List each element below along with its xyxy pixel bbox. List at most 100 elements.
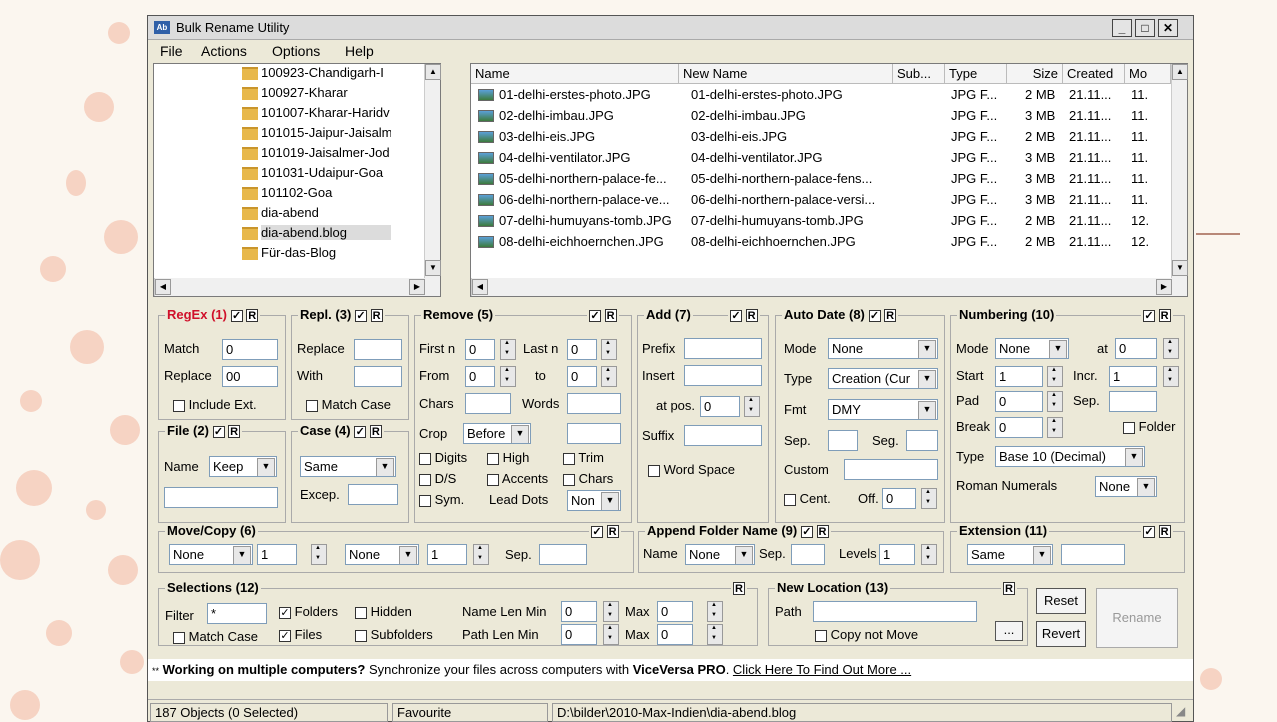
autodate-enable-checkbox[interactable]: ✓ [868, 309, 881, 322]
autodate-cent-row[interactable]: Cent. [784, 491, 831, 506]
table-row[interactable]: 02-delhi-imbau.JPG 02-delhi-imbau.JPG JPG … [471, 106, 1171, 127]
remove-to-input[interactable]: 0 [567, 366, 597, 387]
scroll-down-icon[interactable]: ▼ [425, 260, 441, 276]
tree-vertical-scrollbar[interactable]: ▲ ▼ [424, 64, 441, 278]
tree-item[interactable]: 101019-Jaisalmer-Jod [261, 145, 391, 160]
repl-replace-input[interactable] [354, 339, 402, 360]
menu-file[interactable]: File [160, 43, 183, 59]
regex-replace-input[interactable]: 00 [222, 366, 278, 387]
movecopy-mode-select[interactable]: None [169, 544, 253, 565]
autodate-custom-input[interactable] [844, 459, 938, 480]
numbering-incr-spinner[interactable] [1163, 366, 1179, 387]
files-row[interactable]: ✓ Files [279, 627, 322, 642]
autodate-type-select[interactable]: Creation (Cur [828, 368, 938, 389]
subfolders-checkbox[interactable] [355, 629, 367, 642]
movecopy-enable-checkbox[interactable]: ✓ [591, 525, 603, 538]
maximize-button[interactable]: □ [1135, 19, 1155, 37]
name-len-min-input[interactable]: 0 [561, 601, 597, 622]
append-name-select[interactable]: None [685, 544, 755, 565]
file-list[interactable]: Name New Name Sub... Type Size Created M… [470, 63, 1188, 297]
table-row[interactable]: 07-delhi-humuyans-tomb.JPG 07-delhi-humuy… [471, 211, 1171, 232]
folder-tree[interactable]: 100923-Chandigarh-I 100927-Kharar 101007… [153, 63, 441, 297]
list-vertical-scrollbar[interactable]: ▲ ▼ [1171, 64, 1188, 278]
numbering-break-spinner[interactable] [1047, 417, 1063, 438]
numbering-pad-input[interactable]: 0 [995, 391, 1043, 412]
folders-checkbox[interactable]: ✓ [279, 606, 291, 619]
remove-chars-checkbox[interactable] [563, 473, 575, 486]
remove-accents-row[interactable]: Accents [487, 471, 548, 486]
tree-horizontal-scrollbar[interactable]: ◀ ▶ [154, 278, 440, 296]
autodate-reset-button[interactable]: R [884, 309, 897, 323]
scroll-right-icon[interactable]: ▶ [1156, 279, 1172, 295]
remove-first-n-input[interactable]: 0 [465, 339, 495, 360]
include-ext-checkbox-row[interactable]: Include Ext. [173, 397, 257, 412]
autodate-off-spinner[interactable] [921, 488, 937, 509]
tree-item[interactable]: 100927-Kharar [261, 85, 391, 100]
append-sep-input[interactable] [791, 544, 825, 565]
remove-enable-checkbox[interactable]: ✓ [589, 309, 601, 322]
numbering-mode-select[interactable]: None [995, 338, 1069, 359]
autodate-mode-select[interactable]: None [828, 338, 938, 359]
path-len-min-spinner[interactable] [603, 624, 619, 645]
add-word-space-checkbox[interactable] [648, 464, 660, 477]
remove-last-n-input[interactable]: 0 [567, 339, 597, 360]
close-button[interactable]: ✕ [1158, 19, 1178, 37]
numbering-at-spinner[interactable] [1163, 338, 1179, 359]
movecopy-count2-input[interactable]: 1 [427, 544, 467, 565]
add-word-space-row[interactable]: Word Space [648, 462, 735, 477]
append-reset-button[interactable]: R [816, 525, 829, 539]
name-max-input[interactable]: 0 [657, 601, 693, 622]
remove-to-spinner[interactable] [601, 366, 617, 387]
table-row[interactable]: 05-delhi-northern-palace-fe... 05-delhi-n… [471, 169, 1171, 190]
numbering-start-spinner[interactable] [1047, 366, 1063, 387]
name-max-spinner[interactable] [707, 601, 723, 622]
extension-enable-checkbox[interactable]: ✓ [1143, 525, 1155, 538]
remove-ds-checkbox[interactable] [419, 473, 431, 486]
repl-match-case-checkbox[interactable] [306, 399, 318, 412]
remove-last-n-spinner[interactable] [601, 339, 617, 360]
remove-chars-input[interactable] [465, 393, 511, 414]
name-len-min-spinner[interactable] [603, 601, 619, 622]
numbering-break-input[interactable]: 0 [995, 417, 1043, 438]
append-enable-checkbox[interactable]: ✓ [800, 525, 813, 538]
tree-item[interactable]: dia-abend [261, 205, 391, 220]
numbering-incr-input[interactable]: 1 [1109, 366, 1157, 387]
numbering-at-input[interactable]: 0 [1115, 338, 1157, 359]
tree-item[interactable]: 101007-Kharar-Haridv [261, 105, 391, 120]
remove-trim-row[interactable]: Trim [563, 450, 604, 465]
numbering-reset-button[interactable]: R [1158, 309, 1171, 323]
numbering-pad-spinner[interactable] [1047, 391, 1063, 412]
minimize-button[interactable]: _ [1112, 19, 1132, 37]
menu-options[interactable]: Options [272, 43, 320, 59]
tree-item[interactable]: dia-abend.blog [261, 225, 391, 240]
remove-high-checkbox[interactable] [487, 452, 499, 465]
remove-digits-row[interactable]: Digits [419, 450, 467, 465]
include-ext-checkbox[interactable] [173, 399, 185, 412]
numbering-folder-row[interactable]: Folder [1123, 419, 1175, 434]
remove-sym-row[interactable]: Sym. [419, 492, 464, 507]
autodate-seg-input[interactable] [906, 430, 938, 451]
tree-item[interactable]: 101102-Goa [261, 185, 391, 200]
files-checkbox[interactable]: ✓ [279, 629, 291, 642]
scroll-left-icon[interactable]: ◀ [472, 279, 488, 295]
scroll-up-icon[interactable]: ▲ [425, 64, 441, 80]
movecopy-mode2-select[interactable]: None [345, 544, 419, 565]
numbering-folder-checkbox[interactable] [1123, 421, 1135, 434]
case-enable-checkbox[interactable]: ✓ [354, 425, 367, 438]
autodate-off-input[interactable]: 0 [882, 488, 916, 509]
revert-button[interactable]: Revert [1036, 621, 1086, 647]
column-sub[interactable]: Sub... [893, 64, 945, 84]
resize-grip-icon[interactable]: ◢ [1176, 704, 1185, 718]
remove-digits-checkbox[interactable] [419, 452, 431, 465]
regex-enable-checkbox[interactable]: ✓ [230, 309, 243, 322]
append-levels-spinner[interactable] [921, 544, 937, 565]
rename-button[interactable]: Rename [1096, 588, 1178, 648]
tree-item[interactable]: 101015-Jaipur-Jaisalm [261, 125, 391, 140]
movecopy-count2-spinner[interactable] [473, 544, 489, 565]
remove-trim-checkbox[interactable] [563, 452, 575, 465]
remove-first-n-spinner[interactable] [500, 339, 516, 360]
file-name-select[interactable]: Keep [209, 456, 277, 477]
menu-help[interactable]: Help [345, 43, 374, 59]
regex-match-input[interactable]: 0 [222, 339, 278, 360]
file-name-input[interactable] [164, 487, 278, 508]
